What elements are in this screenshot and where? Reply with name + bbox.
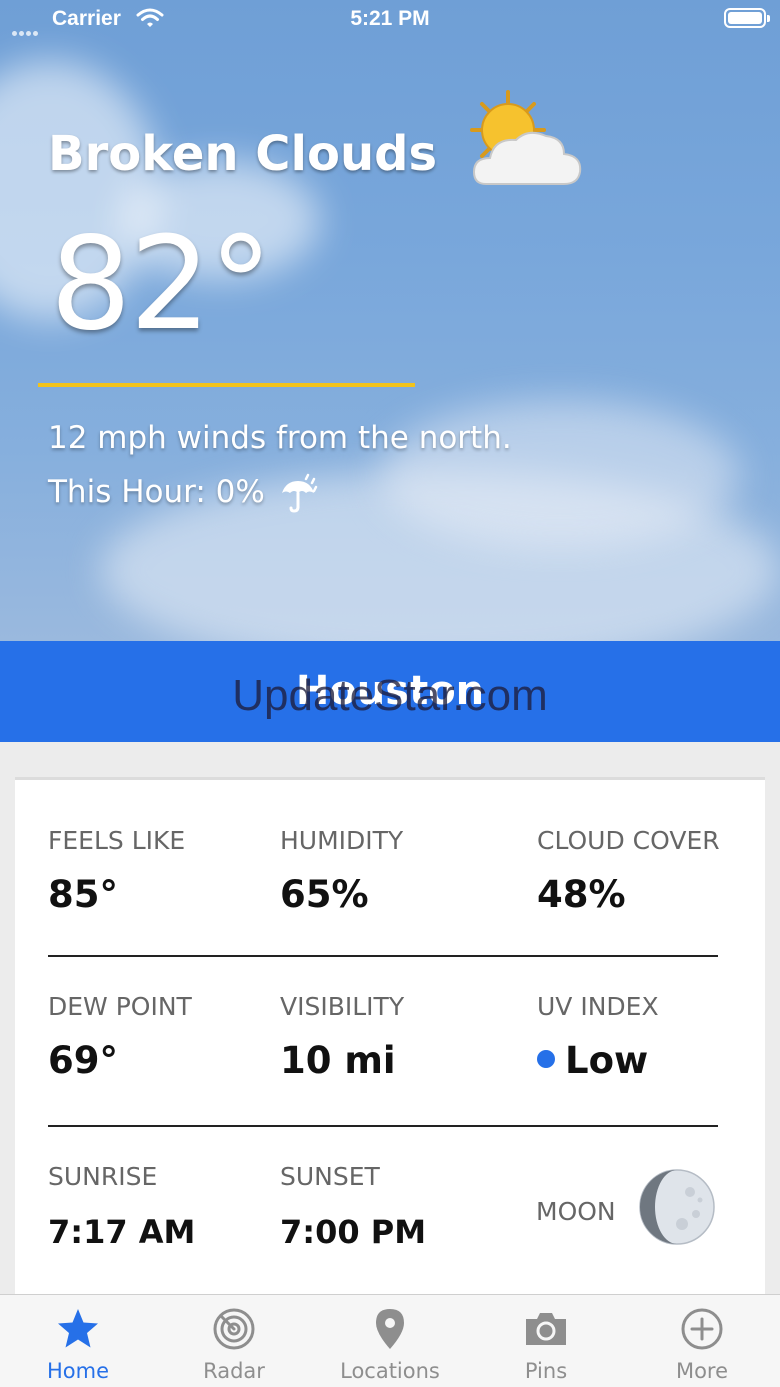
battery-icon — [724, 8, 770, 28]
sunrise-label: SUNRISE — [48, 1162, 158, 1191]
tab-bar: Home Radar Locations Pins More — [0, 1294, 780, 1387]
tab-radar-label: Radar — [203, 1359, 265, 1383]
cloud-cover-cell: CLOUD COVER 48% — [537, 826, 720, 916]
cloud-cover-value: 48% — [537, 873, 626, 916]
feels-like-cell: FEELS LIKE 85° — [48, 826, 185, 916]
tab-more[interactable]: More — [624, 1295, 780, 1387]
feels-like-label: FEELS LIKE — [48, 826, 186, 855]
current-temperature: 82° — [50, 210, 273, 359]
plus-circle-icon — [681, 1308, 723, 1350]
sunrise-value: 7:17 AM — [48, 1213, 196, 1251]
visibility-value: 10 mi — [280, 1039, 396, 1082]
humidity-value: 65% — [280, 873, 369, 916]
tab-more-label: More — [675, 1359, 729, 1383]
tab-locations[interactable]: Locations — [312, 1295, 468, 1387]
row-divider — [48, 1125, 718, 1127]
moon-phase-icon — [639, 1169, 715, 1245]
moon-label: MOON — [536, 1197, 616, 1226]
status-time: 5:21 PM — [350, 7, 430, 30]
cloud-cover-label: CLOUD COVER — [537, 826, 720, 855]
tab-home-label: Home — [46, 1359, 109, 1383]
uv-index-cell: UV INDEX Low — [537, 992, 659, 1082]
humidity-cell: HUMIDITY 65% — [280, 826, 403, 916]
star-icon — [58, 1309, 98, 1348]
tab-radar[interactable]: Radar — [156, 1295, 312, 1387]
precip-this-hour: This Hour: 0% — [48, 474, 265, 510]
uv-level-dot — [537, 1049, 555, 1068]
current-conditions-hero: Carrier 5:21 PM Broken Clouds 82° 12 mph… — [0, 0, 780, 641]
status-bar: Carrier 5:21 PM — [0, 0, 780, 40]
row-divider — [48, 955, 718, 957]
dew-point-cell: DEW POINT 69° — [48, 992, 192, 1082]
visibility-cell: VISIBILITY 10 mi — [280, 992, 404, 1082]
city-name[interactable]: Houston — [0, 641, 780, 742]
sunrise-cell: SUNRISE 7:17 AM — [48, 1162, 195, 1251]
umbrella-rain-icon — [282, 473, 318, 513]
tab-locations-label: Locations — [340, 1359, 440, 1383]
sunset-cell: SUNSET 7:00 PM — [280, 1162, 426, 1251]
wind-description: 12 mph winds from the north. — [48, 420, 512, 456]
temperature-underline — [38, 383, 415, 387]
condition-label: Broken Clouds — [48, 126, 438, 182]
feels-like-value: 85° — [48, 873, 118, 916]
weather-details-card: FEELS LIKE 85° HUMIDITY 65% CLOUD COVER … — [15, 777, 765, 1307]
sunset-value: 7:00 PM — [280, 1213, 427, 1251]
sun-behind-cloud-icon — [470, 90, 582, 185]
uv-index-value: Low — [565, 1039, 649, 1082]
tab-pins[interactable]: Pins — [468, 1295, 624, 1387]
radar-icon — [213, 1308, 255, 1350]
dew-point-label: DEW POINT — [48, 992, 192, 1021]
location-pin-icon — [376, 1309, 404, 1349]
sunset-label: SUNSET — [280, 1162, 380, 1191]
humidity-label: HUMIDITY — [280, 826, 404, 855]
uv-index-value-row: Low — [537, 1039, 659, 1082]
tab-home[interactable]: Home — [0, 1295, 156, 1387]
camera-icon — [526, 1313, 566, 1345]
tab-pins-label: Pins — [524, 1359, 568, 1383]
dew-point-value: 69° — [48, 1039, 118, 1082]
uv-index-label: UV INDEX — [537, 992, 659, 1021]
visibility-label: VISIBILITY — [280, 992, 405, 1021]
